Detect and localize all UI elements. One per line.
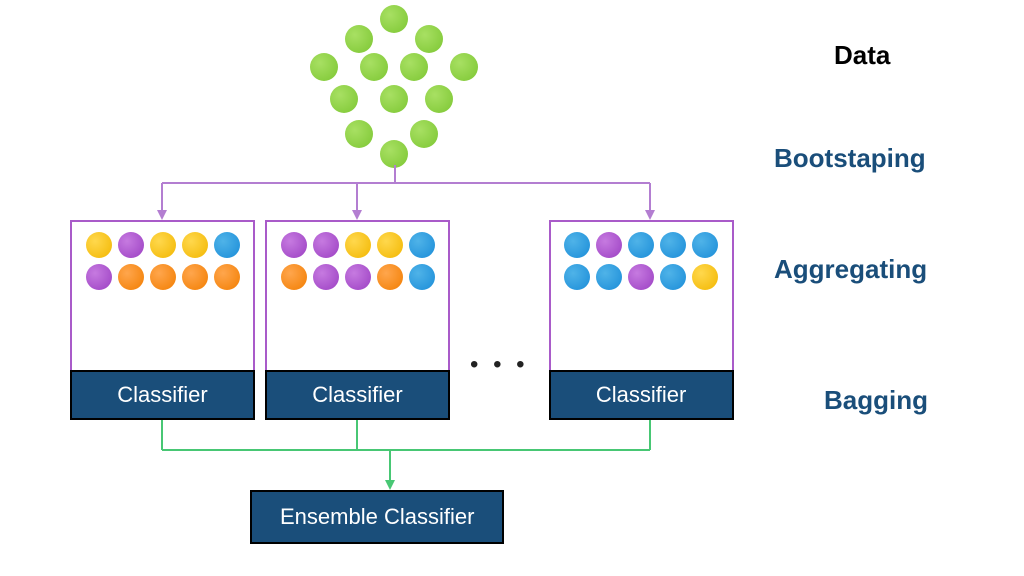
- sample-dot-icon: [596, 232, 622, 258]
- sample-dot-icon: [377, 232, 403, 258]
- sample-dots: [551, 222, 732, 372]
- data-point-icon: [310, 53, 338, 81]
- data-point-icon: [450, 53, 478, 81]
- sample-dot-icon: [214, 232, 240, 258]
- sample-dot-icon: [150, 232, 176, 258]
- label-bootstrapping: Bootstaping: [774, 143, 1004, 174]
- label-data: Data: [834, 40, 1004, 71]
- data-point-icon: [345, 25, 373, 53]
- sample-dot-icon: [377, 264, 403, 290]
- sample-dot-icon: [214, 264, 240, 290]
- data-cluster: [310, 5, 480, 165]
- sample-dot-icon: [118, 264, 144, 290]
- sample-dot-icon: [182, 232, 208, 258]
- data-point-icon: [380, 85, 408, 113]
- classifier-label: Classifier: [549, 370, 734, 420]
- classifier-label: Classifier: [265, 370, 450, 420]
- data-point-icon: [415, 25, 443, 53]
- sample-dot-icon: [409, 232, 435, 258]
- sample-dot-icon: [281, 264, 307, 290]
- sample-dot-icon: [660, 232, 686, 258]
- sample-dot-icon: [692, 264, 718, 290]
- sample-dots: [267, 222, 448, 372]
- sample-dot-icon: [628, 264, 654, 290]
- label-bagging: Bagging: [824, 385, 1004, 416]
- ensemble-classifier-box: Ensemble Classifier: [250, 490, 504, 544]
- sample-row: [559, 264, 724, 290]
- sample-dot-icon: [660, 264, 686, 290]
- sample-dot-icon: [628, 232, 654, 258]
- sample-dot-icon: [345, 264, 371, 290]
- sample-dot-icon: [118, 232, 144, 258]
- classifier-box: Classifier: [549, 220, 734, 420]
- sample-row: [275, 232, 440, 258]
- sample-row: [80, 232, 245, 258]
- sample-dot-icon: [564, 232, 590, 258]
- sample-dot-icon: [86, 232, 112, 258]
- sample-dot-icon: [313, 264, 339, 290]
- sample-dot-icon: [281, 232, 307, 258]
- data-point-icon: [400, 53, 428, 81]
- classifier-boxes-row: Classifier Classifier • • • Classifier: [70, 220, 770, 420]
- label-aggregating: Aggregating: [774, 254, 1004, 285]
- sample-dot-icon: [150, 264, 176, 290]
- data-point-icon: [380, 5, 408, 33]
- sample-dot-icon: [345, 232, 371, 258]
- data-point-icon: [380, 140, 408, 168]
- ellipsis: • • •: [470, 351, 529, 379]
- classifier-box: Classifier: [265, 220, 450, 420]
- sample-dots: [72, 222, 253, 372]
- sample-dot-icon: [313, 232, 339, 258]
- sample-dot-icon: [182, 264, 208, 290]
- data-point-icon: [345, 120, 373, 148]
- classifier-box: Classifier: [70, 220, 255, 420]
- stage-labels: Data Bootstaping Aggregating Bagging: [774, 40, 1004, 416]
- data-point-icon: [410, 120, 438, 148]
- data-point-icon: [360, 53, 388, 81]
- data-point-icon: [425, 85, 453, 113]
- sample-dot-icon: [86, 264, 112, 290]
- sample-row: [559, 232, 724, 258]
- sample-row: [80, 264, 245, 290]
- sample-row: [275, 264, 440, 290]
- sample-dot-icon: [564, 264, 590, 290]
- data-point-icon: [330, 85, 358, 113]
- sample-dot-icon: [692, 232, 718, 258]
- sample-dot-icon: [596, 264, 622, 290]
- bagging-connector: [90, 420, 710, 490]
- sample-dot-icon: [409, 264, 435, 290]
- bootstrap-connector: [90, 165, 710, 220]
- bagging-diagram: Classifier Classifier • • • Classifier: [30, 5, 770, 565]
- classifier-label: Classifier: [70, 370, 255, 420]
